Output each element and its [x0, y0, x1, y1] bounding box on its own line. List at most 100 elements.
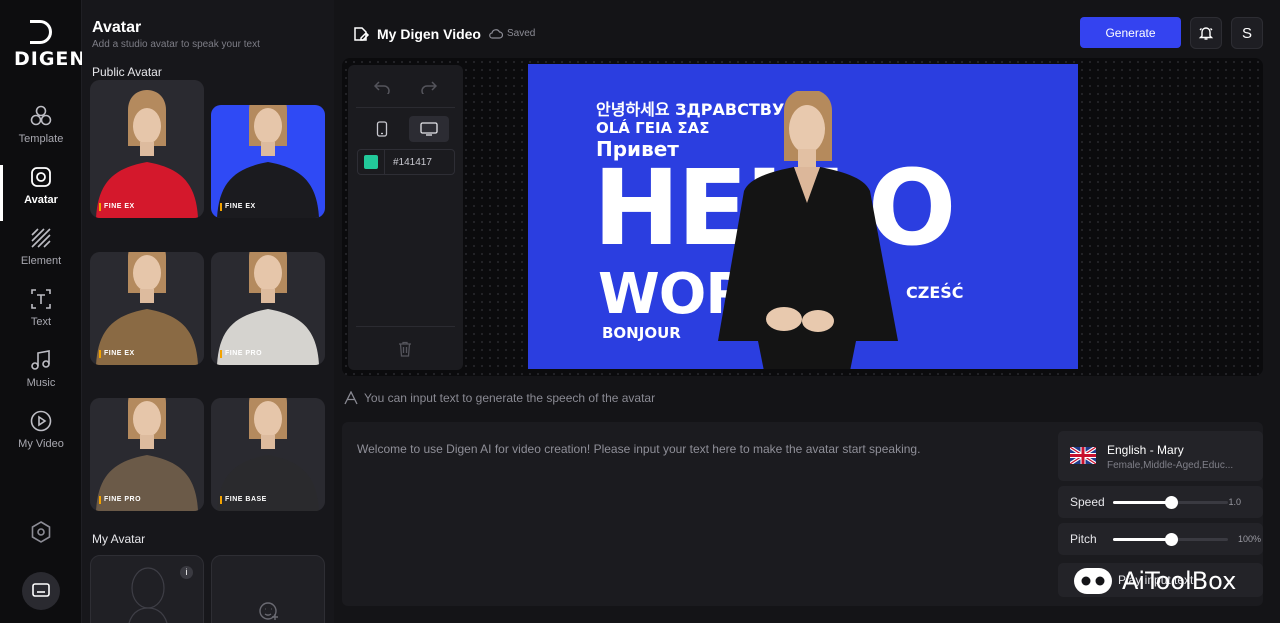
rail-item-my-video[interactable]: My Video: [0, 409, 82, 465]
speed-slider-knob[interactable]: [1164, 496, 1178, 509]
text-tool-icon: [344, 391, 358, 405]
avatar-badge: FINE PRO: [99, 496, 141, 504]
public-avatar-card[interactable]: FINE EX: [211, 105, 325, 218]
generate-button[interactable]: Generate: [1080, 17, 1181, 48]
monitor-icon: [420, 122, 438, 136]
uk-flag-icon: [1070, 447, 1096, 464]
rail-item-label: Template: [18, 133, 64, 145]
trash-icon[interactable]: [398, 341, 412, 357]
canvas-greeting-line2: OLÁ ΓΕΙΑ ΣΑΣ: [596, 119, 710, 137]
panel-subtitle: Add a studio avatar to speak your text: [92, 39, 260, 50]
project-title[interactable]: My Digen Video: [377, 26, 481, 42]
aitoolbox-watermark: AiToolBox: [1072, 566, 1236, 596]
rail-item-label: Text: [30, 316, 52, 328]
rail-item-text[interactable]: Text: [0, 287, 82, 343]
public-avatar-card[interactable]: FINE PRO: [211, 252, 325, 365]
digen-logo-mark: [30, 20, 52, 44]
speech-hint: You can input text to generate the speec…: [344, 391, 655, 405]
avatar-badge: FINE EX: [99, 350, 135, 358]
pitch-control: Pitch 100%: [1058, 523, 1263, 555]
avatar-badge: FINE EX: [220, 203, 256, 211]
music-icon: [31, 350, 50, 370]
cloud-icon: [489, 29, 503, 39]
speed-label: Speed: [1070, 495, 1105, 509]
avatar-portrait: [217, 252, 319, 365]
public-avatar-card[interactable]: FINE BASE: [211, 398, 325, 511]
speed-slider[interactable]: [1113, 496, 1228, 509]
chat-icon: [32, 583, 50, 597]
voice-description: Female,Middle-Aged,Educ...: [1107, 460, 1234, 471]
avatar-icon: [31, 167, 51, 187]
edit-project-icon[interactable]: [352, 25, 370, 43]
pitch-value: 100%: [1237, 534, 1261, 544]
watermark-text: AiToolBox: [1122, 567, 1237, 595]
rail-item-avatar[interactable]: Avatar: [0, 165, 82, 221]
pitch-label: Pitch: [1070, 532, 1097, 546]
speech-text-input[interactable]: Welcome to use Digen AI for video creati…: [357, 442, 920, 456]
user-avatar-button[interactable]: S: [1231, 17, 1263, 49]
saved-status: Saved: [489, 28, 535, 39]
avatar-portrait: [217, 398, 319, 511]
speed-value: 1.0: [1228, 497, 1241, 507]
support-chat-button[interactable]: [22, 572, 60, 610]
my-avatar-card[interactable]: i: [90, 555, 204, 623]
portrait-mode-button[interactable]: [362, 116, 402, 142]
background-color-field[interactable]: #141417: [357, 149, 455, 175]
speed-control: Speed 1.0: [1058, 486, 1263, 518]
rail-item-label: My Video: [18, 438, 64, 450]
play-icon: [30, 410, 52, 432]
rail-item-template[interactable]: Template: [0, 104, 82, 160]
avatar-portrait: [217, 105, 319, 218]
phone-icon: [376, 121, 387, 137]
pitch-slider-fill: [1113, 538, 1171, 541]
landscape-mode-button[interactable]: [409, 116, 450, 142]
rail-item-label: Music: [26, 377, 56, 389]
color-swatch[interactable]: [364, 155, 378, 169]
video-canvas[interactable]: 안녕하세요 ЗДРАВСТВУЙ OLÁ ΓΕΙΑ ΣΑΣ Привет HEL…: [528, 64, 1078, 369]
text-icon: [31, 289, 51, 309]
canvas-bonjour: BONJOUR: [602, 324, 681, 342]
panel-title: Avatar: [92, 19, 142, 36]
voice-name: English - Mary: [1107, 443, 1184, 457]
add-avatar-icon: [259, 602, 278, 620]
avatar-badge: FINE EX: [99, 203, 135, 211]
settings-icon[interactable]: [29, 520, 53, 544]
bell-icon: [1198, 27, 1214, 40]
rail-item-element[interactable]: Element: [0, 226, 82, 282]
template-icon: [30, 105, 52, 126]
color-value[interactable]: #141417: [393, 157, 432, 168]
avatar-portrait: [96, 90, 198, 218]
public-avatar-title: Public Avatar: [92, 65, 162, 79]
notification-button[interactable]: [1190, 17, 1222, 49]
left-rail: DIGEN Template Avatar Element Text Music…: [0, 0, 87, 623]
canvas-avatar[interactable]: [714, 91, 900, 369]
public-avatar-card[interactable]: FINE EX: [90, 80, 204, 218]
public-avatar-card[interactable]: FINE PRO: [90, 398, 204, 511]
speed-slider-fill: [1113, 501, 1171, 504]
saved-label: Saved: [507, 28, 536, 39]
info-icon[interactable]: i: [180, 566, 193, 579]
canvas-czesc: CZEŚĆ: [906, 283, 964, 302]
avatar-placeholder-icon: [128, 567, 168, 623]
aitoolbox-logo-icon: [1074, 568, 1112, 594]
rail-item-label: Avatar: [24, 194, 58, 206]
voice-selector[interactable]: English - Mary Female,Middle-Aged,Educ..…: [1058, 431, 1263, 481]
avatar-portrait: [96, 252, 198, 365]
pitch-slider[interactable]: [1113, 533, 1228, 546]
element-icon: [31, 228, 51, 248]
rail-item-music[interactable]: Music: [0, 348, 82, 404]
avatar-badge: FINE BASE: [220, 496, 267, 504]
public-avatar-card[interactable]: FINE EX: [90, 252, 204, 365]
avatar-portrait: [96, 398, 198, 511]
my-avatar-title: My Avatar: [92, 532, 146, 546]
avatar-panel: Avatar Add a studio avatar to speak your…: [82, 0, 334, 623]
undo-icon[interactable]: [373, 80, 390, 94]
avatar-badge: FINE PRO: [220, 350, 262, 358]
add-avatar-card[interactable]: [211, 555, 325, 623]
speech-hint-text: You can input text to generate the speec…: [364, 391, 656, 405]
logo-text: DIGEN: [14, 48, 87, 70]
redo-icon[interactable]: [421, 80, 438, 94]
main-area: My Digen Video Saved Generate S #141417: [334, 0, 1280, 623]
pitch-slider-knob[interactable]: [1164, 533, 1178, 546]
digen-logo[interactable]: DIGEN: [14, 20, 87, 70]
